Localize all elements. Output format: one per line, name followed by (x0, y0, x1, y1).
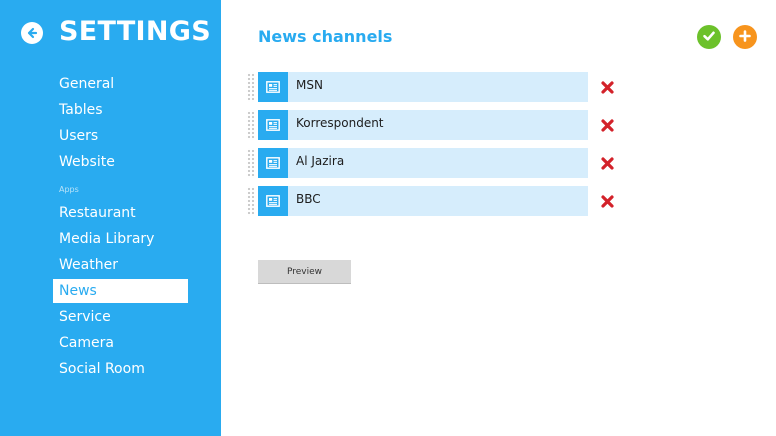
sidebar-section-apps: Apps (59, 185, 79, 194)
channel-name: Korrespondent (296, 116, 384, 130)
confirm-button[interactable] (697, 25, 721, 49)
news-icon (258, 110, 288, 140)
arrow-left-icon (25, 26, 39, 40)
channel-item[interactable]: MSN (258, 72, 588, 102)
plus-icon (738, 28, 752, 47)
news-icon (258, 148, 288, 178)
channel-item[interactable]: Al Jazira (258, 148, 588, 178)
channel-item[interactable]: Korrespondent (258, 110, 588, 140)
sidebar-item-media-library[interactable]: Media Library (53, 227, 188, 251)
sidebar: SETTINGS General Tables Users Website Ap… (0, 0, 221, 436)
sidebar-item-restaurant[interactable]: Restaurant (53, 201, 188, 225)
drag-handle-icon[interactable] (246, 148, 256, 178)
back-button[interactable] (21, 22, 43, 44)
delete-x-icon (600, 117, 614, 136)
delete-button[interactable] (599, 80, 615, 96)
sidebar-item-tables[interactable]: Tables (53, 98, 188, 122)
sidebar-item-service[interactable]: Service (53, 305, 188, 329)
delete-x-icon (600, 79, 614, 98)
delete-x-icon (600, 155, 614, 174)
sidebar-item-weather[interactable]: Weather (53, 253, 188, 277)
sidebar-title: SETTINGS (59, 16, 211, 47)
channel-row: Al Jazira (246, 148, 618, 178)
add-channel-button[interactable] (733, 25, 757, 49)
channel-name: Al Jazira (296, 154, 345, 168)
news-icon (258, 72, 288, 102)
channel-item[interactable]: BBC (258, 186, 588, 216)
preview-button[interactable]: Preview (258, 260, 351, 284)
delete-button[interactable] (599, 194, 615, 210)
delete-button[interactable] (599, 156, 615, 172)
drag-handle-icon[interactable] (246, 186, 256, 216)
channel-row: Korrespondent (246, 110, 618, 140)
channel-name: BBC (296, 192, 321, 206)
delete-x-icon (600, 193, 614, 212)
sidebar-item-users[interactable]: Users (53, 124, 188, 148)
drag-handle-icon[interactable] (246, 72, 256, 102)
channel-name: MSN (296, 78, 323, 92)
channel-row: MSN (246, 72, 618, 102)
channel-row: BBC (246, 186, 618, 216)
page-title: News channels (258, 27, 393, 46)
sidebar-item-general[interactable]: General (53, 72, 188, 96)
sidebar-item-camera[interactable]: Camera (53, 331, 188, 355)
sidebar-item-website[interactable]: Website (53, 150, 188, 174)
drag-handle-icon[interactable] (246, 110, 256, 140)
sidebar-item-news[interactable]: News (53, 279, 188, 303)
delete-button[interactable] (599, 118, 615, 134)
news-icon (258, 186, 288, 216)
sidebar-item-social-room[interactable]: Social Room (53, 357, 188, 381)
checkmark-icon (702, 28, 716, 47)
